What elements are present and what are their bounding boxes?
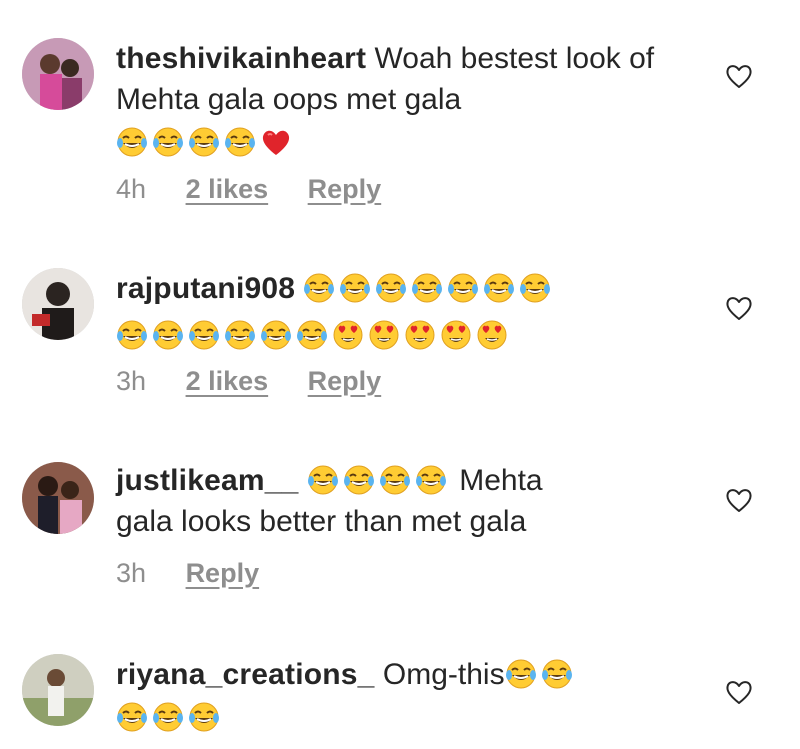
heart-eyes-emoji-icon xyxy=(404,319,436,351)
comment-time: 3h xyxy=(116,558,147,588)
emoji-row xyxy=(116,697,224,738)
avatar[interactable] xyxy=(22,654,94,726)
heart-eyes-emoji-icon xyxy=(368,319,400,351)
emoji-row xyxy=(505,658,577,691)
joy-emoji-icon xyxy=(152,701,184,733)
avatar[interactable] xyxy=(22,462,94,534)
comment-meta: 3h 2 likes Reply xyxy=(116,366,413,397)
emoji-row xyxy=(116,315,512,356)
joy-emoji-icon xyxy=(152,126,184,158)
comment-text: Omg-this xyxy=(382,658,505,691)
comment-meta: 4h 2 likes Reply xyxy=(116,174,413,205)
joy-emoji-icon xyxy=(375,272,407,304)
joy-emoji-icon xyxy=(541,658,573,690)
heart-eyes-emoji-icon xyxy=(440,319,472,351)
comment-body: riyana_creations_ Omg-this xyxy=(116,654,676,738)
joy-emoji-icon xyxy=(303,272,335,304)
joy-emoji-icon xyxy=(339,272,371,304)
joy-emoji-icon xyxy=(519,272,551,304)
avatar[interactable] xyxy=(22,268,94,340)
heart-outline-icon[interactable] xyxy=(724,678,754,706)
joy-emoji-icon xyxy=(505,658,537,690)
joy-emoji-icon xyxy=(188,126,220,158)
reply-button[interactable]: Reply xyxy=(186,558,260,589)
avatar[interactable] xyxy=(22,38,94,110)
likes-link[interactable]: 2 likes xyxy=(186,366,269,397)
heart-outline-icon[interactable] xyxy=(724,486,754,514)
joy-emoji-icon xyxy=(116,701,148,733)
joy-emoji-icon xyxy=(296,319,328,351)
reply-button[interactable]: Reply xyxy=(308,366,382,397)
emoji-row xyxy=(116,122,296,163)
emoji-row xyxy=(307,464,459,497)
joy-emoji-icon xyxy=(411,272,443,304)
comment-body: theshivikainheart Woah bestest look of M… xyxy=(116,38,676,163)
comment-text-line2: gala looks better than met gala xyxy=(116,505,527,538)
red-heart-emoji-icon xyxy=(260,126,292,158)
joy-emoji-icon xyxy=(483,272,515,304)
joy-emoji-icon xyxy=(224,319,256,351)
comment-time: 3h xyxy=(116,366,147,396)
comment-meta: 3h Reply xyxy=(116,558,291,589)
joy-emoji-icon xyxy=(188,319,220,351)
joy-emoji-icon xyxy=(188,701,220,733)
comment-text: Mehta xyxy=(459,464,543,497)
comment-username[interactable]: justlikeam__ xyxy=(116,464,299,497)
comment-username[interactable]: riyana_creations_ xyxy=(116,658,375,691)
comment-time: 4h xyxy=(116,174,147,204)
joy-emoji-icon xyxy=(343,464,375,496)
emoji-row xyxy=(303,272,555,305)
joy-emoji-icon xyxy=(152,319,184,351)
joy-emoji-icon xyxy=(224,126,256,158)
heart-eyes-emoji-icon xyxy=(332,319,364,351)
likes-link[interactable]: 2 likes xyxy=(186,174,269,205)
joy-emoji-icon xyxy=(260,319,292,351)
joy-emoji-icon xyxy=(116,319,148,351)
comment-body: rajputani908 xyxy=(116,268,676,356)
reply-button[interactable]: Reply xyxy=(308,174,382,205)
joy-emoji-icon xyxy=(447,272,479,304)
heart-outline-icon[interactable] xyxy=(724,62,754,90)
heart-eyes-emoji-icon xyxy=(476,319,508,351)
joy-emoji-icon xyxy=(415,464,447,496)
comment-username[interactable]: rajputani908 xyxy=(116,272,295,305)
comment-username[interactable]: theshivikainheart xyxy=(116,42,366,75)
joy-emoji-icon xyxy=(116,126,148,158)
heart-outline-icon[interactable] xyxy=(724,294,754,322)
comment-body: justlikeam__ Mehta gala looks better tha… xyxy=(116,460,676,542)
joy-emoji-icon xyxy=(379,464,411,496)
joy-emoji-icon xyxy=(307,464,339,496)
